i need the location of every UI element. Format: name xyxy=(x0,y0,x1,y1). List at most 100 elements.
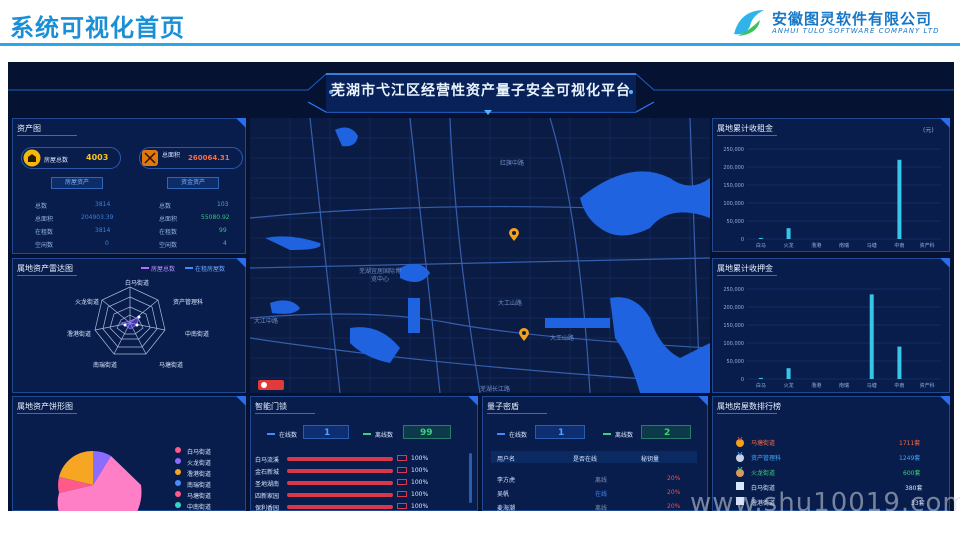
quantum-key-title: 量子密盾 xyxy=(487,402,519,411)
silver-medal-icon xyxy=(736,452,744,462)
x-tick-label: 资产科 xyxy=(920,382,935,389)
x-tick-label: 白马 xyxy=(756,242,766,249)
radar-panel: 属地资产雷达图 房屋总数 在租房屋数 白马街道 资产管理科 中南街道 马塘街道 … xyxy=(12,258,246,393)
bar[interactable] xyxy=(786,228,791,239)
pie-legend-dot xyxy=(175,480,181,486)
bar[interactable] xyxy=(786,368,791,379)
bar[interactable] xyxy=(758,237,763,239)
banner-title: 芜湖市弋江区经营性资产量子安全可视化平台 xyxy=(331,83,631,99)
page-title: 系统可视化首页 xyxy=(10,14,185,42)
lock-progress-bar xyxy=(287,469,393,473)
y-tick-label: 100,000 xyxy=(723,341,744,347)
y-tick-label: 250,000 xyxy=(723,147,744,153)
bar[interactable] xyxy=(897,346,902,379)
total-area-card: 总面积 260064.31 xyxy=(139,147,243,169)
area-icon xyxy=(142,150,158,166)
y-tick-label: 150,000 xyxy=(723,183,744,189)
rent-chart-panel: 属地累计收租金 (元) 250,000 200,000 150,000 100,000… xyxy=(712,118,950,252)
y-tick-label: 200,000 xyxy=(723,305,744,311)
pie-panel: 属地资产饼形图 白马街道 火龙街道 澛港街道 南瑞街道 马塘街道 中南街道 xyxy=(12,396,246,511)
smartlock-scrollbar[interactable] xyxy=(469,453,472,503)
online-line-icon xyxy=(267,433,275,435)
bar[interactable] xyxy=(758,377,763,379)
x-tick-label: 澛港 xyxy=(811,242,821,249)
house-asset-button[interactable]: 房屋资产 xyxy=(51,177,103,189)
gold-medal-icon xyxy=(736,437,744,447)
baidu-map-logo-icon xyxy=(258,380,284,390)
battery-icon xyxy=(397,455,407,461)
battery-icon xyxy=(397,503,407,509)
x-tick-label: 澛港 xyxy=(811,382,821,389)
online-line-icon xyxy=(497,433,505,435)
watermark: www.shu10019.com xyxy=(690,488,960,518)
deposit-bar-chart: 250,000 200,000 150,000 100,000 50,000 0 白马 火龙 澛… xyxy=(723,287,941,389)
house-count-value: 4003 xyxy=(86,153,109,162)
quantum-key-panel: 量子密盾 在线数 1 离线数 2 用户名 是否在线 秘钥量 李方虎 离线 20%… xyxy=(482,396,708,511)
fund-asset-button[interactable]: 资金资产 xyxy=(167,177,219,189)
y-tick-label: 100,000 xyxy=(723,201,744,207)
dashboard-screen: 芜湖市弋江区经营性资产量子安全可视化平台 资产图 房屋总数 4003 总面积 2… xyxy=(8,62,954,511)
qkey-online-box: 1 xyxy=(535,425,585,439)
house-count-label: 房屋总数 xyxy=(44,157,69,164)
smartlock-offline-box: 99 xyxy=(403,425,451,439)
pie-chart xyxy=(57,450,142,511)
y-tick-label: 50,000 xyxy=(727,219,745,225)
y-tick-label: 0 xyxy=(741,237,744,243)
x-tick-label: 南瑞 xyxy=(839,242,849,249)
dashboard-banner: 芜湖市弋江区经营性资产量子安全可视化平台 xyxy=(8,62,954,118)
lock-progress-bar xyxy=(287,457,393,461)
battery-icon xyxy=(397,467,407,473)
pie-legend-dot xyxy=(175,469,181,475)
y-tick-label: 0 xyxy=(741,377,744,383)
battery-icon xyxy=(397,479,407,485)
logo-cn-text: 安徽图灵软件有限公司 xyxy=(772,10,933,28)
smartlock-online-box: 1 xyxy=(303,425,349,439)
lock-progress-bar xyxy=(287,505,393,509)
offline-line-icon xyxy=(603,433,611,435)
pie-legend-dot xyxy=(175,491,181,497)
company-logo: 安徽图灵软件有限公司 ANHUI TULO SOFTWARE COMPANY L… xyxy=(730,6,940,40)
rent-bar-chart: 250,000 200,000 150,000 100,000 50,000 0 白马 火龙 澛… xyxy=(723,147,941,249)
offline-line-icon xyxy=(363,433,371,435)
pie-legend-dot xyxy=(175,502,181,508)
qkey-table-header: 用户名 是否在线 秘钥量 xyxy=(491,451,697,463)
page-header: 系统可视化首页 安徽图灵软件有限公司 ANHUI TULO SOFTWARE C… xyxy=(0,0,960,46)
smartlock-panel: 智能门锁 在线数 1 离线数 99 白马流溪 100% 金石新城 100% 圣地… xyxy=(250,396,478,511)
x-tick-label: 中南 xyxy=(894,242,904,249)
deposit-chart-panel: 属地累计收押金 250,000 200,000 150,000 100,000 50,0… xyxy=(712,258,950,393)
y-tick-label: 50,000 xyxy=(727,359,745,365)
logo-mark-icon xyxy=(734,10,764,36)
x-tick-label: 白马 xyxy=(756,382,766,389)
y-tick-label: 250,000 xyxy=(723,287,744,293)
qkey-offline-box: 2 xyxy=(641,425,691,439)
pie-legend-dot xyxy=(175,447,181,453)
house-icon xyxy=(23,149,41,167)
x-tick-label: 南瑞 xyxy=(839,382,849,389)
x-tick-label: 火龙 xyxy=(784,242,794,249)
pie-legend-dot xyxy=(175,458,181,464)
assets-panel: 资产图 房屋总数 4003 总面积 260064.31 房屋资产 资金资产 总数… xyxy=(12,118,246,254)
ranking-title: 属地房屋数排行榜 xyxy=(717,402,781,411)
district-map[interactable]: 红旗中路 芜湖宜居国际博览中心 大江中路 大工山路 大工山路 芜湖长江路 xyxy=(250,118,710,393)
y-tick-label: 200,000 xyxy=(723,165,744,171)
x-tick-label: 中南 xyxy=(894,382,904,389)
map-marker-icon[interactable] xyxy=(518,328,530,342)
map-marker-icon[interactable] xyxy=(508,228,520,242)
total-area-value: 260064.31 xyxy=(188,154,230,162)
logo-en-text: ANHUI TULO SOFTWARE COMPANY LTD xyxy=(772,27,940,35)
smartlock-title: 智能门锁 xyxy=(255,402,287,411)
x-tick-label: 马塘 xyxy=(867,242,877,249)
y-tick-label: 150,000 xyxy=(723,323,744,329)
lock-progress-bar xyxy=(287,493,393,497)
bar[interactable] xyxy=(869,294,874,379)
x-tick-label: 马塘 xyxy=(867,382,877,389)
map-canvas xyxy=(250,118,710,393)
bar[interactable] xyxy=(897,159,902,239)
total-area-label: 总面积 xyxy=(162,152,181,159)
bronze-medal-icon xyxy=(736,467,744,477)
x-tick-label: 资产科 xyxy=(920,242,935,249)
battery-icon xyxy=(397,491,407,497)
assets-title: 资产图 xyxy=(17,124,41,133)
x-tick-label: 火龙 xyxy=(784,382,794,389)
house-count-card: 房屋总数 4003 xyxy=(21,147,121,169)
